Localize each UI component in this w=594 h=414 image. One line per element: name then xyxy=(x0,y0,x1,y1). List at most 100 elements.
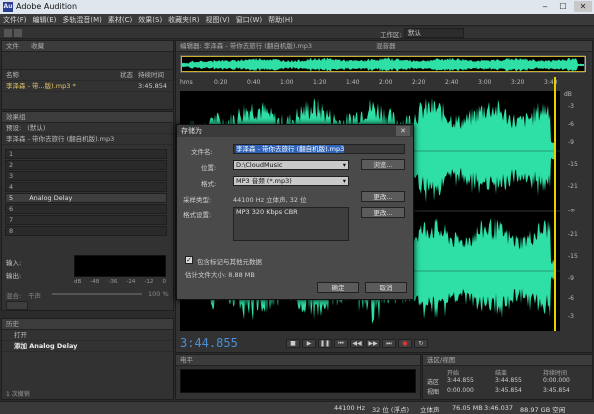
sel-row-selection: 选区 3:44.855 3:44.855 0:00.000 xyxy=(427,377,570,386)
format-settings-label: 格式设置: xyxy=(183,211,212,219)
minimize-icon[interactable]: ‒ xyxy=(538,1,552,12)
play-icon[interactable]: ▶ xyxy=(302,339,316,348)
tab-editor[interactable]: 编辑器: 李泽森 - 带你去旅行 (翻自机版).mp3 xyxy=(180,42,312,50)
playhead[interactable] xyxy=(554,77,556,331)
mix-label: 混合: xyxy=(6,292,22,300)
rewind-icon[interactable]: ◀◀ xyxy=(350,339,364,348)
maximize-icon[interactable]: ☐ xyxy=(556,1,570,12)
mix-slider[interactable] xyxy=(52,293,142,295)
include-markers-checkbox[interactable]: ✓ xyxy=(185,256,193,264)
chevron-down-icon: ▾ xyxy=(342,177,346,185)
menu-window[interactable]: 窗口(W) xyxy=(233,14,265,26)
menu-bar: 文件(F) 编辑(E) 多轨混音(M) 素材(C) 效果(S) 收藏夹(R) 视图(V) 窗口… xyxy=(0,14,594,26)
menu-edit[interactable]: 编辑(E) xyxy=(30,14,60,26)
effect-slot-3[interactable]: 3 xyxy=(5,171,167,181)
effect-slot-8[interactable]: 8 xyxy=(5,226,167,236)
record-icon[interactable]: ● xyxy=(398,339,412,348)
file-row[interactable]: 李泽森 - 带...版).mp3 * 3:45.854 xyxy=(2,81,173,92)
loop-icon[interactable]: ↻ xyxy=(414,339,428,348)
timecode-display: 3:44.855 xyxy=(180,336,238,350)
effect-slot-7[interactable]: 7 xyxy=(5,215,167,225)
tab-mixer[interactable]: 混音器 xyxy=(376,41,396,52)
location-label: 位置: xyxy=(201,164,217,172)
meter-scale: dB -48 -36 -24 -12 0 xyxy=(74,279,166,285)
location-field[interactable]: D:\CloudMusic ▾ xyxy=(233,160,349,170)
include-markers-label: 包含标记与其他元数据 xyxy=(197,258,262,266)
view-duration[interactable]: 3:45.854 xyxy=(543,387,570,394)
format-select[interactable]: MP3 音频 (*.mp3) ▾ xyxy=(233,176,349,186)
sel-end[interactable]: 3:44.855 xyxy=(495,377,522,384)
menu-clip[interactable]: 素材(C) xyxy=(105,14,135,26)
menu-file[interactable]: 文件(F) xyxy=(0,14,30,26)
workspace-label: 工作区: xyxy=(380,31,402,39)
workspace-select[interactable]: 默认 xyxy=(404,28,464,38)
forward-end-icon[interactable]: ⏭ xyxy=(382,339,396,348)
forward-icon[interactable]: ▶▶ xyxy=(366,339,380,348)
levels-panel: 电平 xyxy=(175,354,421,400)
time-ruler[interactable]: hms 0:20 0:40 1:00 1:20 1:40 2:00 2:20 2… xyxy=(180,79,575,89)
effects-file-label: 李泽森 - 带你去旅行 (翻自机版).mp3 xyxy=(2,134,173,145)
view-start[interactable]: 0:00.000 xyxy=(447,387,474,394)
history-item[interactable]: 添加 Analog Delay xyxy=(2,341,173,352)
files-header: 名称 状态 持续时间 xyxy=(2,70,173,81)
pause-icon[interactable]: ❚❚ xyxy=(318,339,332,348)
status-bar: 44100 Hz 32 位 (浮点) 立体声 76.05 MB 3:46.037… xyxy=(0,401,594,414)
stop-icon[interactable]: ■ xyxy=(286,339,300,348)
effect-slot-4[interactable]: 4 xyxy=(5,182,167,192)
menu-help[interactable]: 帮助(H) xyxy=(265,14,296,26)
history-tab[interactable]: 历史 xyxy=(2,319,173,330)
effects-rack-tab[interactable]: 效果组 xyxy=(2,112,173,123)
history-item[interactable]: 打开 xyxy=(2,330,173,341)
sample-type-label: 采样类型: xyxy=(183,196,212,204)
io-meter xyxy=(74,255,166,277)
toolbar: 工作区: 默认 xyxy=(0,27,594,39)
col-duration: 持续时间 xyxy=(138,71,164,79)
effect-slot-5[interactable]: 5 Analog Delay xyxy=(5,193,167,203)
browse-button[interactable]: 浏览... xyxy=(361,159,405,170)
waveform-view-icon[interactable] xyxy=(4,29,12,37)
sel-row-view: 视图 0:00.000 3:45.854 3:45.854 xyxy=(427,387,570,396)
audition-logo-icon: Au xyxy=(3,2,13,12)
ok-button[interactable]: 确定 xyxy=(317,282,359,293)
levels-tab[interactable]: 电平 xyxy=(176,355,420,366)
rewind-start-icon[interactable]: ⏮ xyxy=(334,339,348,348)
effect-slot-6[interactable]: 6 xyxy=(5,204,167,214)
menu-favorites[interactable]: 收藏夹(R) xyxy=(165,14,202,26)
effect-slot-1[interactable]: 1 xyxy=(5,149,167,159)
tab-favorites[interactable]: 收藏 xyxy=(31,42,44,50)
power-button[interactable] xyxy=(6,301,28,310)
close-icon[interactable]: ✕ xyxy=(574,1,592,12)
save-as-dialog: 存储为 ✕ 文件名: 李泽森 - 带你去旅行 (翻自机版).mp3 位置: D:… xyxy=(176,124,414,300)
dialog-title: 存储为 xyxy=(177,125,413,137)
change-format-settings-button[interactable]: 更改... xyxy=(361,207,405,218)
col-status: 状态 xyxy=(120,71,133,79)
multitrack-view-icon[interactable] xyxy=(14,29,22,37)
tab-files[interactable]: 文件 xyxy=(6,42,19,50)
preset-label: 预设: xyxy=(6,124,22,132)
sel-duration[interactable]: 0:00.000 xyxy=(543,377,570,384)
effect-analog-delay: Analog Delay xyxy=(29,194,73,202)
change-sample-type-button[interactable]: 更改... xyxy=(361,191,405,202)
sel-start[interactable]: 3:44.855 xyxy=(447,377,474,384)
output-label: 输出: xyxy=(6,272,22,280)
level-meter xyxy=(180,369,416,393)
effect-slot-2[interactable]: 2 xyxy=(5,160,167,170)
dialog-close-icon[interactable]: ✕ xyxy=(396,126,410,136)
db-scale: dB -3 -6 -9 -15 -21 -∞ -21 -15 -9 -6 -3 xyxy=(564,91,578,320)
files-toolbar xyxy=(2,52,173,70)
selection-view-tab[interactable]: 选区/视图 xyxy=(423,355,592,366)
filename-field[interactable]: 李泽森 - 带你去旅行 (翻自机版).mp3 xyxy=(233,144,405,154)
cancel-button[interactable]: 取消 xyxy=(365,282,407,293)
menu-effects[interactable]: 效果(S) xyxy=(135,14,165,26)
status-free: 88.97 GB 空闲 xyxy=(520,406,566,414)
overview-navigator[interactable] xyxy=(180,55,586,73)
overview-viewport[interactable] xyxy=(181,56,586,72)
estimated-size: 估计文件大小: 8.88 MB xyxy=(185,271,255,279)
preset-select[interactable]: (默认) xyxy=(27,124,45,132)
menu-view[interactable]: 视图(V) xyxy=(203,14,233,26)
filename-label: 文件名: xyxy=(191,148,213,156)
view-end[interactable]: 3:45.854 xyxy=(495,387,522,394)
status-size: 76.05 MB xyxy=(452,404,483,412)
menu-multitrack[interactable]: 多轨混音(M) xyxy=(59,14,105,26)
status-duration: 3:46.037 xyxy=(484,404,514,412)
